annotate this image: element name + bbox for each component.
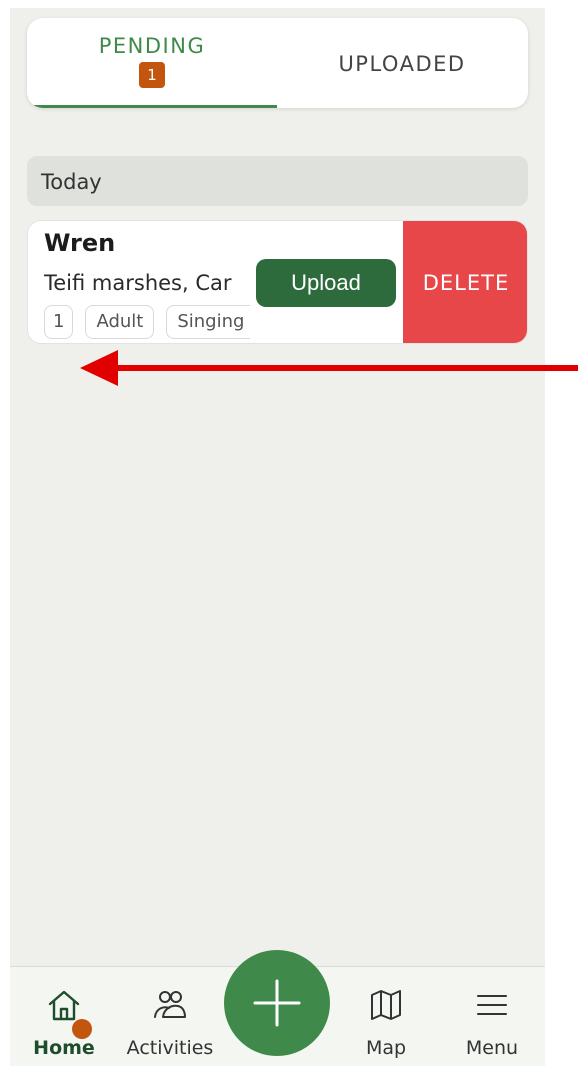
nav-activities[interactable]: Activities xyxy=(120,967,220,1066)
active-tab-indicator xyxy=(27,105,277,108)
record-chips: 1 Adult Singing xyxy=(44,305,251,339)
tab-pending-label: PENDING xyxy=(98,34,206,58)
record-species: Wren xyxy=(44,229,116,257)
nav-home[interactable]: Home xyxy=(14,967,114,1066)
nav-map-label: Map xyxy=(365,1037,407,1059)
nav-home-label: Home xyxy=(33,1037,95,1059)
nav-menu[interactable]: Menu xyxy=(442,967,542,1066)
menu-icon xyxy=(477,995,507,1015)
nav-activities-label: Activities xyxy=(126,1037,214,1059)
map-icon xyxy=(371,990,401,1020)
record-card[interactable]: Wren Teifi marshes, Car 1 Adult Singing … xyxy=(27,220,528,344)
chip-behaviour: Singing xyxy=(166,305,251,339)
section-header-today: Today xyxy=(27,156,528,206)
app-screen: PENDING 1 UPLOADED Today Wren Teifi mars… xyxy=(10,8,545,1066)
nav-menu-label: Menu xyxy=(465,1037,519,1059)
plus-icon xyxy=(253,979,301,1027)
tab-uploaded-label: UPLOADED xyxy=(338,52,466,76)
add-record-button[interactable] xyxy=(224,950,330,1056)
pending-count-badge: 1 xyxy=(139,62,165,88)
tab-bar: PENDING 1 UPLOADED xyxy=(27,18,528,108)
home-icon xyxy=(48,990,80,1021)
delete-button[interactable]: DELETE xyxy=(403,221,527,343)
home-notification-dot xyxy=(72,1019,92,1039)
tab-pending[interactable]: PENDING 1 xyxy=(27,18,277,108)
tab-uploaded[interactable]: UPLOADED xyxy=(277,18,527,108)
upload-button[interactable]: Upload xyxy=(256,259,396,307)
record-location: Teifi marshes, Car xyxy=(44,271,232,295)
swipe-left-arrow xyxy=(80,350,578,386)
activities-icon xyxy=(154,991,186,1018)
chip-stage: Adult xyxy=(85,305,155,339)
chip-count: 1 xyxy=(44,305,74,339)
nav-map[interactable]: Map xyxy=(336,967,436,1066)
